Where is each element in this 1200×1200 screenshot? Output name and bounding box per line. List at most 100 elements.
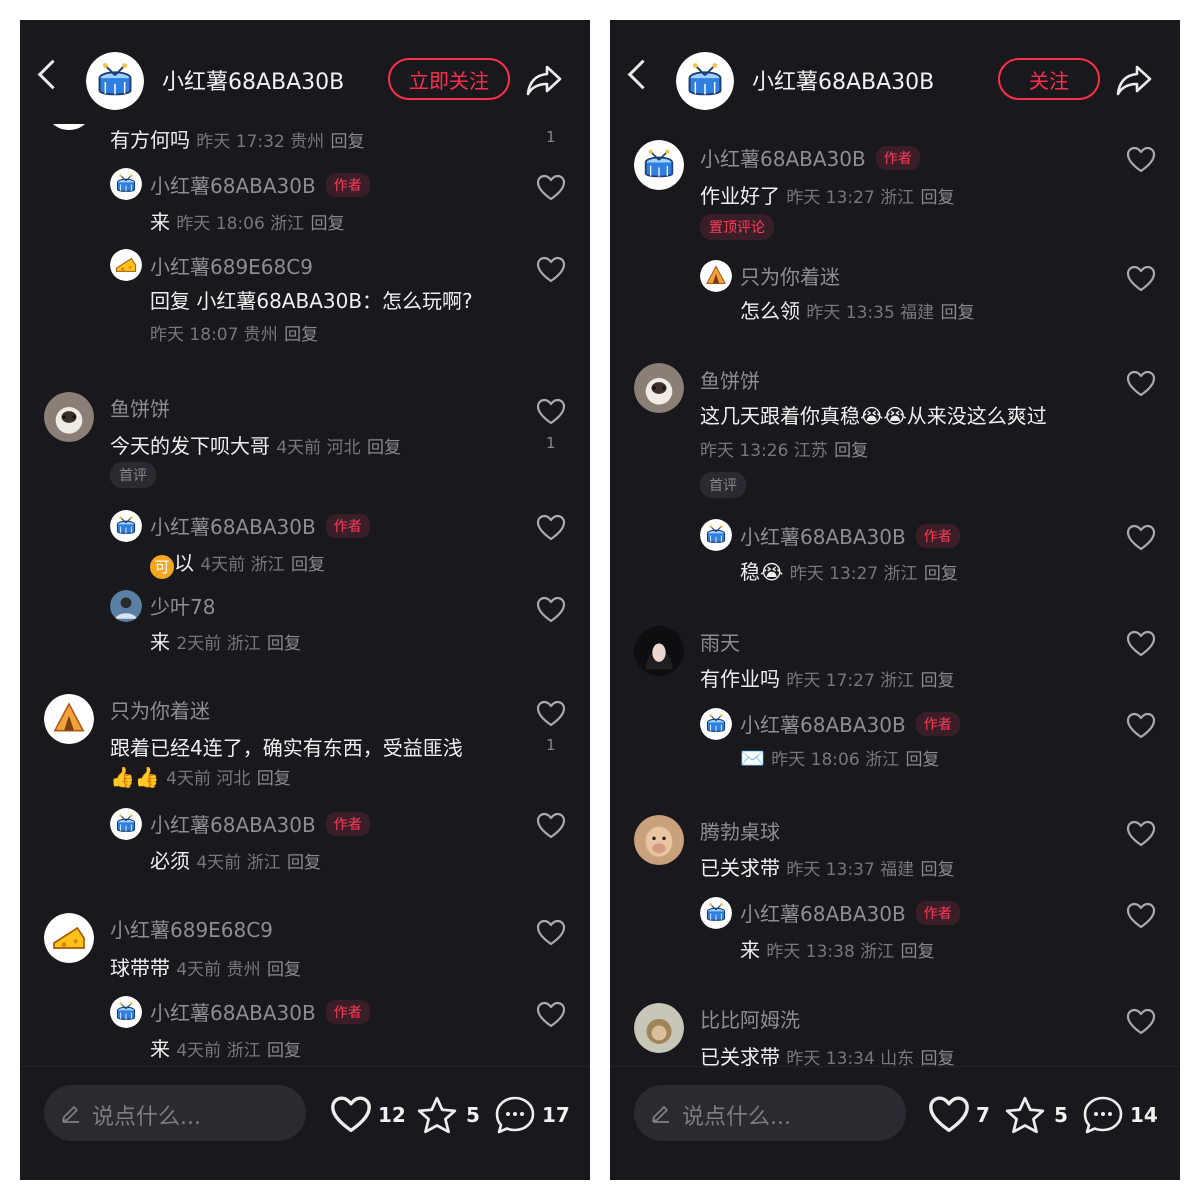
reply-button[interactable]: 回复 [284, 325, 318, 345]
avatar[interactable] [110, 510, 142, 542]
comment-meta: 昨天 18:06 浙江 [176, 214, 305, 234]
comment-text: 球带带 [110, 956, 170, 980]
commenter-name[interactable]: 雨天 [700, 627, 740, 656]
heart-icon[interactable] [536, 812, 566, 840]
reply-button[interactable]: 回复 [921, 188, 955, 208]
avatar[interactable] [44, 913, 94, 963]
reply-button[interactable]: 回复 [267, 1041, 301, 1061]
avatar[interactable] [700, 260, 732, 292]
commenter-name[interactable]: 鱼饼饼 [110, 393, 170, 422]
heart-icon[interactable] [1126, 712, 1156, 740]
star-icon[interactable] [416, 1095, 458, 1135]
reply-button[interactable]: 回复 [311, 214, 345, 234]
comment-icon[interactable] [1082, 1095, 1124, 1135]
reply-button[interactable]: 回复 [287, 853, 321, 873]
avatar[interactable] [110, 996, 142, 1028]
heart-icon[interactable] [1126, 370, 1156, 398]
heart-icon[interactable] [1126, 902, 1156, 930]
heart-icon[interactable] [536, 700, 566, 728]
author-tag: 作者 [325, 812, 370, 836]
reply-button[interactable]: 回复 [901, 942, 935, 962]
reply-button[interactable]: 回复 [291, 555, 325, 575]
avatar[interactable] [44, 392, 94, 442]
commenter-name[interactable]: 小红薯68ABA30B [150, 174, 316, 198]
commenter-name[interactable]: 小红薯68ABA30B [700, 147, 866, 171]
commenter-name[interactable]: 小红薯68ABA30B [740, 525, 906, 549]
comment-icon[interactable] [494, 1095, 536, 1135]
heart-icon[interactable] [1126, 524, 1156, 552]
commenter-name[interactable]: 小红薯68ABA30B [150, 1001, 316, 1025]
avatar[interactable] [634, 1003, 684, 1053]
commenter-name[interactable]: 只为你着迷 [110, 695, 210, 724]
avatar[interactable] [110, 808, 142, 840]
commenter-name[interactable]: 少叶78 [150, 591, 215, 620]
reply-button[interactable]: 回复 [257, 769, 291, 789]
reply-button[interactable]: 回复 [905, 750, 939, 770]
heart-icon[interactable] [536, 514, 566, 542]
heart-icon[interactable] [1126, 630, 1156, 658]
heart-icon[interactable] [536, 919, 566, 947]
heart-icon[interactable] [1126, 146, 1156, 174]
avatar[interactable] [634, 815, 684, 865]
heart-icon[interactable] [536, 398, 566, 426]
avatar[interactable] [110, 590, 142, 622]
commenter-name[interactable]: 小红薯68ABA30B [150, 813, 316, 837]
comment-meta: 昨天 18:06 浙江 [771, 750, 900, 770]
avatar[interactable] [700, 708, 732, 740]
heart-icon[interactable] [928, 1095, 970, 1135]
avatar[interactable] [634, 363, 684, 413]
emoji-sticker: 可 [150, 555, 174, 579]
comment-meta: 昨天 13:27 浙江 [789, 564, 918, 584]
heart-icon[interactable] [330, 1095, 372, 1135]
commenter-name[interactable]: 比比阿姆洗 [700, 1004, 800, 1033]
reply-button[interactable]: 回复 [921, 1049, 955, 1066]
reply-button[interactable]: 回复 [834, 441, 868, 461]
back-arrow-icon[interactable] [627, 59, 658, 90]
author-name: 小红薯68ABA30B [162, 70, 345, 95]
reply-button[interactable]: 回复 [921, 671, 955, 691]
follow-button[interactable]: 立即关注 [388, 58, 510, 100]
share-icon[interactable] [526, 64, 562, 96]
reply-button[interactable]: 回复 [367, 438, 401, 458]
reply-button[interactable]: 回复 [331, 132, 365, 152]
comment-input[interactable]: 说点什么... [634, 1085, 906, 1141]
comment-input[interactable]: 说点什么... [44, 1085, 306, 1141]
follow-button[interactable]: 关注 [998, 58, 1100, 100]
commenter-name[interactable]: 小红薯68ABA30B [150, 515, 316, 539]
header-bar: 小红薯68ABA30B 立即关注 [20, 20, 590, 124]
reply-button[interactable]: 回复 [924, 564, 958, 584]
reply-button[interactable]: 回复 [267, 960, 301, 980]
commenter-name[interactable]: 小红薯689E68C9 [110, 914, 273, 943]
star-icon[interactable] [1004, 1095, 1046, 1135]
share-icon[interactable] [1116, 64, 1152, 96]
commenter-name[interactable]: 小红薯68ABA30B [740, 902, 906, 926]
back-arrow-icon[interactable] [37, 59, 68, 90]
commenter-name[interactable]: 鱼饼饼 [700, 365, 760, 394]
avatar[interactable] [634, 626, 684, 676]
avatar[interactable] [110, 168, 142, 200]
reply-button[interactable]: 回复 [267, 634, 301, 654]
avatar[interactable] [44, 694, 94, 744]
author-avatar[interactable] [676, 52, 734, 110]
avatar[interactable] [700, 897, 732, 929]
commenter-name[interactable]: 只为你着迷 [740, 261, 840, 290]
pen-icon [60, 1101, 82, 1123]
avatar[interactable] [110, 249, 142, 281]
heart-icon[interactable] [536, 174, 566, 202]
heart-icon[interactable] [536, 256, 566, 284]
commenter-name[interactable]: 小红薯68ABA30B [740, 713, 906, 737]
reply-button[interactable]: 回复 [941, 303, 975, 323]
commenter-name[interactable]: 腾勃桌球 [700, 816, 780, 845]
heart-icon[interactable] [536, 1001, 566, 1029]
heart-icon[interactable] [1126, 1008, 1156, 1036]
heart-icon[interactable] [1126, 820, 1156, 848]
heart-icon[interactable] [1126, 265, 1156, 293]
comment-text: 作业好了 [700, 184, 780, 208]
pen-icon [650, 1101, 672, 1123]
avatar[interactable] [700, 519, 732, 551]
commenter-name[interactable]: 小红薯689E68C9 [150, 251, 313, 280]
reply-button[interactable]: 回复 [921, 860, 955, 880]
heart-icon[interactable] [536, 596, 566, 624]
avatar[interactable] [634, 140, 684, 190]
author-avatar[interactable] [86, 52, 144, 110]
